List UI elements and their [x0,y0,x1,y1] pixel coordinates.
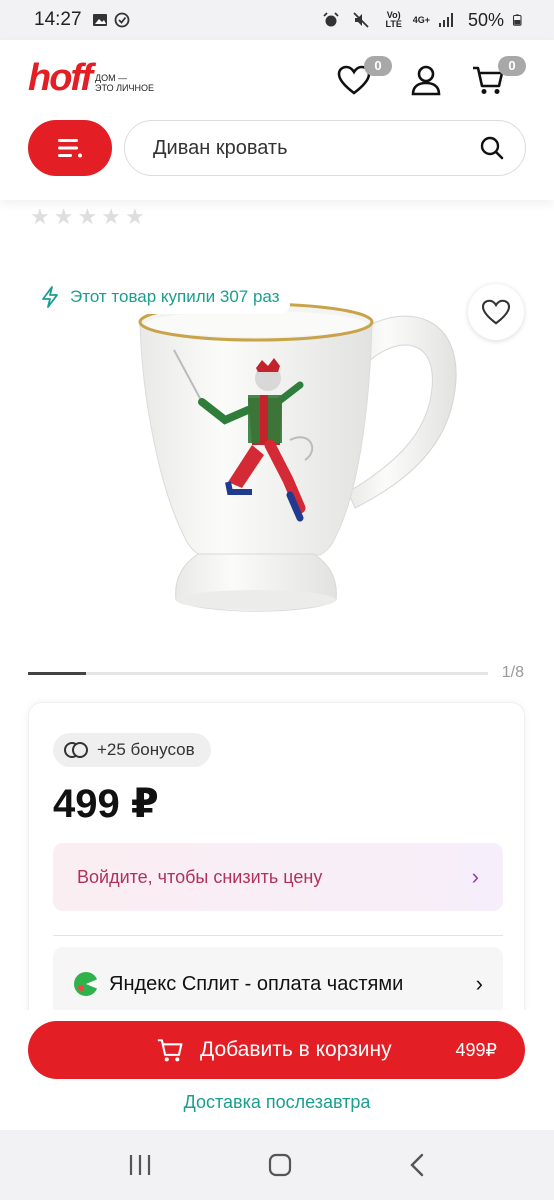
alarm-icon [323,12,339,27]
logo-wordmark: hoff [28,57,93,99]
battery-percent: 50% [467,9,504,30]
star-icon: ★ [53,204,74,229]
signal-icon [438,13,453,27]
cart-button[interactable]: 0 [468,56,526,100]
cart-count-badge: 0 [498,56,526,76]
back-icon[interactable] [407,1152,427,1178]
add-to-cart-label: Добавить в корзину [200,1038,392,1061]
product-favorite-button[interactable] [468,284,524,340]
check-notification-icon [114,12,129,28]
lightning-icon [42,286,58,308]
volte-indicator: Vo) LTE [385,10,402,29]
bottom-action-bar: Добавить в корзину 499₽ Доставка послеза… [0,1010,554,1130]
bought-count-text: Этот товар купили 307 раз [70,287,280,306]
mute-icon [353,12,369,28]
search-bar[interactable]: Диван кровать [124,120,526,176]
logo-tagline-line-1: ДОМ — [95,73,128,83]
user-icon [411,65,441,96]
system-navigation-bar [0,1130,554,1200]
chevron-right-icon: › [471,864,479,889]
profile-button[interactable] [406,60,446,100]
logo-tagline-line-2: ЭТО ЛИЧНОЕ [95,83,154,93]
add-to-cart-button[interactable]: Добавить в корзину 499₽ [28,1021,525,1079]
search-icon[interactable] [479,135,505,161]
price-card: +25 бонусов 499 ₽ Войдите, чтобы снизить… [28,702,525,1010]
login-banner-text: Войдите, чтобы снизить цену [77,866,323,887]
bonus-text: +25 бонусов [97,740,195,759]
hoff-logo[interactable]: hoff ДОМ — ЭТО ЛИЧНОЕ [28,57,154,99]
gallery-counter: 1/8 [501,664,524,681]
network-indicator: 4G+ [412,14,430,25]
cart-icon [157,1039,183,1062]
chevron-right-icon: › [475,971,483,996]
gallery-notification-icon [92,14,107,26]
gallery-progress-track [28,672,488,675]
star-icon: ★ [30,204,50,229]
product-content: ★ ★ ★ ★ ★ Этот товар купили 307 раз 1/8 … [0,200,554,1010]
recent-apps-icon[interactable] [127,1153,153,1177]
yandex-split-text: Яндекс Сплит - оплата частями [109,972,404,995]
yandex-split-icon [74,972,99,996]
catalog-menu-button[interactable] [28,120,112,176]
login-to-lower-price-banner[interactable]: Войдите, чтобы снизить цену › [53,843,503,911]
search-input[interactable]: Диван кровать [153,137,479,160]
bought-count-label: Этот товар купили 307 раз [30,280,290,314]
rating-stars[interactable]: ★ ★ ★ ★ ★ [30,204,145,230]
yandex-split-row[interactable]: Яндекс Сплит - оплата частями › [53,947,503,1010]
gallery-progress-fill [28,672,86,675]
home-icon[interactable] [267,1152,293,1178]
divider [53,935,503,936]
star-icon: ★ [77,204,98,229]
status-icons: Vo) LTE 4G+ 50% [323,10,530,31]
heart-icon [481,299,511,325]
site-header: hoff ДОМ — ЭТО ЛИЧНОЕ 0 0 Диван кровать [0,40,554,200]
menu-icon [58,139,82,158]
favorites-count-badge: 0 [364,56,392,76]
bonus-coins-icon [64,742,88,758]
logo-tagline: ДОМ — ЭТО ЛИЧНОЕ [95,73,154,93]
favorites-button[interactable]: 0 [334,56,392,100]
star-icon: ★ [124,204,145,229]
product-price: 499 ₽ [53,782,159,826]
bonus-badge[interactable]: +25 бонусов [53,733,211,767]
status-time: 14:27 [34,9,82,30]
star-icon: ★ [101,204,121,229]
add-to-cart-price: 499₽ [455,1039,497,1060]
battery-icon [512,14,522,26]
status-bar: 14:27 Vo) LTE 4G+ 50% [0,0,554,40]
delivery-info[interactable]: Доставка послезавтра [0,1092,554,1113]
product-image-mug[interactable] [130,270,470,640]
